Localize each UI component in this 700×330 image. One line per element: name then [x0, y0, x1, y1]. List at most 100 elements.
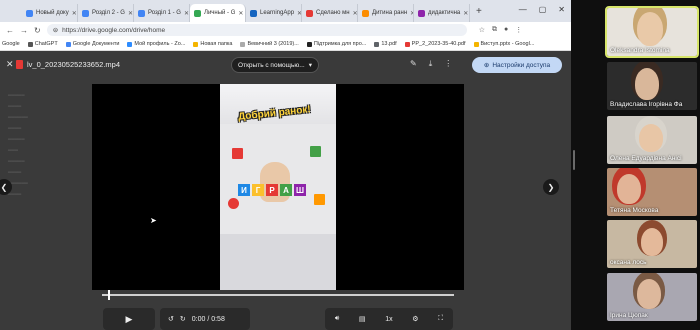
new-tab-icon[interactable]: + [470, 6, 488, 17]
bookmark[interactable]: 13.pdf [374, 41, 397, 47]
participant-name: оксана лось [610, 259, 647, 266]
bookmark[interactable]: Google [2, 41, 20, 47]
page-icon [240, 41, 246, 47]
page-icon [374, 41, 380, 47]
progress-scrubber[interactable] [108, 290, 110, 300]
extensions-icon[interactable]: ⧉ [492, 26, 497, 34]
bookmark[interactable]: Google Документи [65, 41, 119, 47]
panel-resize-handle[interactable] [573, 150, 575, 170]
play-icon[interactable]: ▶ [126, 314, 133, 325]
settings-gear-icon[interactable]: ⚙ [412, 315, 418, 323]
rewind-10-icon[interactable]: ↺ [168, 315, 174, 323]
profile-icon[interactable]: ● [504, 26, 508, 34]
participant-name: Ірина Цюпак [610, 312, 648, 319]
browser-tab[interactable]: Дитина ранн✕ [358, 4, 414, 22]
folder-icon [193, 41, 199, 47]
play-control: ▶ [103, 308, 155, 330]
close-tab-icon[interactable]: ✕ [463, 10, 468, 17]
url-input[interactable]: ⊜ https://drive.google.com/drive/home [46, 24, 467, 36]
bookmark[interactable]: Підтримка для про... [306, 41, 366, 47]
letter-cube: И [238, 184, 250, 196]
close-viewer-icon[interactable]: ✕ [6, 59, 14, 70]
volume-icon[interactable]: 🔊︎ [335, 315, 339, 323]
browser-tab-active[interactable]: Личный - G ✕ [190, 4, 246, 22]
toy-block [232, 148, 243, 159]
zoom-icon [127, 41, 133, 47]
drive-sidebar-dimmed: ━━━━━ ━━━━ ━━━━━━ ━━━━ ━━━━━ ━━━ ━━━━━ ━━━━ ━━━━… [8, 93, 28, 198]
toy-ball [228, 198, 239, 209]
browser-tab[interactable]: Сделано мн ✕ [302, 4, 358, 22]
bookmark[interactable]: Новая папка [193, 41, 232, 47]
k-icon [306, 41, 312, 47]
back-icon[interactable]: ← [6, 26, 14, 35]
forward-icon[interactable]: → [20, 26, 28, 35]
letter-cube: Ш [294, 184, 306, 196]
bookmark[interactable]: Мой профиль - Zo... [127, 41, 185, 47]
site-info-icon[interactable]: ⊜ [53, 26, 58, 34]
chevron-down-icon: ▾ [308, 62, 312, 69]
participant-video [639, 124, 663, 152]
letter-cube: А [280, 184, 292, 196]
file-name: lv_0_20230525233652.mp4 [27, 60, 120, 69]
participant-tile[interactable]: Владислава Ігорівна Фа [607, 62, 697, 110]
browser-tab-strip: Новый доку ✕ Розділ 2 - G ✕ Розділ 1 - G ✕ … [0, 0, 571, 22]
letter-cube: Г [252, 184, 264, 196]
toy-block [310, 146, 321, 157]
menu-icon[interactable]: ⋮ [515, 26, 522, 34]
time-controls: ↺ ↻ 0:00 / 0:58 [160, 308, 250, 330]
bookmark[interactable]: Виступ.pptx - Googl... [473, 41, 534, 47]
participant-tile[interactable]: Oleksandra Istomina [605, 6, 699, 58]
browser-tab[interactable]: Розділ 2 - G ✕ [78, 4, 134, 22]
share-settings-button[interactable]: ⊕ Настройки доступа [472, 57, 562, 73]
bookmark[interactable]: ChatGPT [27, 41, 58, 47]
video-progress-bar[interactable] [102, 294, 454, 296]
doc-favicon-icon [82, 9, 89, 17]
playback-speed-button[interactable]: 1x [385, 316, 392, 323]
close-window-icon[interactable]: ✕ [558, 5, 565, 14]
browser-tab[interactable]: Розділ 1 - G ✕ [134, 4, 190, 22]
video-player[interactable]: Добрий ранок! И Г Р А Ш [92, 84, 464, 290]
app-favicon-icon [250, 9, 257, 17]
video-frame: Добрий ранок! И Г Р А Ш [220, 84, 336, 290]
video-bottom-area [220, 234, 336, 290]
close-tab-icon[interactable]: ✕ [353, 10, 357, 17]
participant-video [641, 228, 663, 256]
more-options-icon[interactable]: ⋮ [444, 59, 452, 69]
add-comment-icon[interactable]: ✎ [410, 59, 417, 69]
close-tab-icon[interactable]: ✕ [184, 10, 189, 17]
participant-tile[interactable]: Тетяна Москова [607, 168, 697, 216]
close-tab-icon[interactable]: ✕ [72, 10, 77, 17]
time-display: 0:00 / 0:58 [191, 315, 225, 323]
minimize-icon[interactable]: — [519, 5, 527, 14]
browser-tab[interactable]: Новый доку ✕ [22, 4, 78, 22]
bookmark[interactable]: PP_2_2023-35-40.pdf [404, 41, 466, 47]
page-favicon-icon [418, 9, 425, 17]
fullscreen-icon[interactable]: ⛶ [438, 315, 443, 323]
star-icon[interactable]: ☆ [479, 26, 485, 34]
maximize-icon[interactable]: ▢ [539, 5, 547, 14]
docs-icon [65, 41, 71, 47]
next-file-button[interactable]: ❯ [543, 179, 559, 195]
pdf-icon [404, 41, 410, 47]
open-with-button[interactable]: Открыть с помощью... ▾ [231, 57, 319, 73]
bookmark[interactable]: Вевичний 3 (2019)... [240, 41, 299, 47]
video-illustration: И Г Р А Ш [228, 146, 328, 216]
drive-file-viewer: ━━━━━ ━━━━ ━━━━━━ ━━━━ ━━━━━ ━━━ ━━━━━ ━━━━ ━━━━… [0, 51, 571, 330]
browser-tab[interactable]: дидактична ✕ [414, 4, 470, 22]
participant-tile[interactable]: Олена Едуардівна Анісі [607, 116, 697, 164]
slides-icon [473, 41, 479, 47]
participant-name: Владислава Ігорівна Фа [610, 101, 683, 108]
participant-video [635, 68, 659, 100]
participant-name: Oleksandra Istomina [610, 47, 670, 54]
doc-favicon-icon [138, 9, 145, 17]
participant-tile[interactable]: оксана лось [607, 220, 697, 268]
reload-icon[interactable]: ↻ [34, 26, 41, 35]
browser-tab[interactable]: LearningApp ✕ [246, 4, 302, 22]
close-tab-icon[interactable]: ✕ [128, 10, 133, 17]
forward-10-icon[interactable]: ↻ [180, 315, 186, 323]
download-icon[interactable]: ⤓ [429, 59, 433, 69]
captions-icon[interactable]: ▤ [359, 315, 366, 323]
participant-tile[interactable]: Ірина Цюпак [607, 273, 697, 321]
close-tab-icon[interactable]: ✕ [238, 10, 243, 17]
desktop: Новый доку ✕ Розділ 2 - G ✕ Розділ 1 - G ✕ … [0, 0, 700, 330]
